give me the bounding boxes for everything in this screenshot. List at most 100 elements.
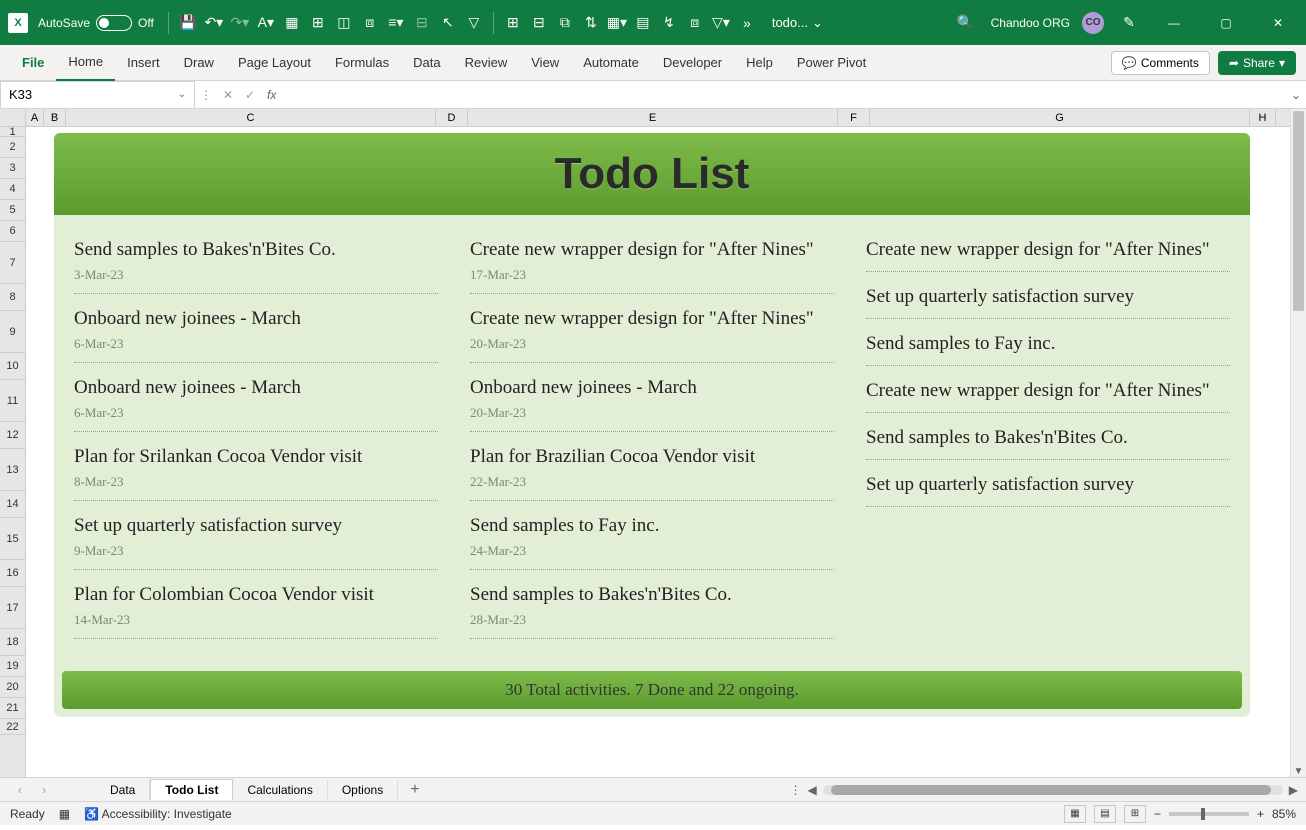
accessibility-status[interactable]: ♿ Accessibility: Investigate [84,807,232,821]
share-button[interactable]: ➦ Share ▾ [1218,51,1296,75]
shape-icon[interactable]: ◫ [334,13,354,33]
scroll-right-icon[interactable]: ▶ [1289,783,1298,797]
sheet-nav-next[interactable]: › [32,783,56,797]
vertical-scrollbar[interactable]: ▲ ▼ [1290,109,1306,777]
font-icon[interactable]: A▾ [256,13,276,33]
row-header[interactable]: 4 [0,179,25,200]
row-header[interactable]: 21 [0,698,25,719]
col-header[interactable]: B [44,109,66,126]
row-header[interactable]: 16 [0,560,25,587]
cursor-icon[interactable]: ↖ [438,13,458,33]
tab-menu-icon[interactable]: ⋮ [790,783,802,797]
comments-button[interactable]: 💬 Comments [1111,51,1210,75]
tab-automate[interactable]: Automate [571,45,651,81]
zoom-in-button[interactable]: + [1257,807,1264,821]
fill-color-icon[interactable]: ▦ [282,13,302,33]
screenshot-icon[interactable]: ⧉ [555,13,575,33]
row-header[interactable]: 6 [0,221,25,242]
row-header[interactable]: 22 [0,719,25,735]
page-break-view-button[interactable]: ⊞ [1124,805,1146,823]
zoom-out-button[interactable]: − [1154,807,1161,821]
camera-icon[interactable]: ⧈ [685,13,705,33]
zoom-level[interactable]: 85% [1272,807,1296,821]
macro-icon[interactable]: ▦ [59,807,70,821]
tab-review[interactable]: Review [453,45,520,81]
row-header[interactable]: 15 [0,518,25,560]
chart-icon[interactable]: ▤ [633,13,653,33]
tab-power-pivot[interactable]: Power Pivot [785,45,878,81]
search-icon[interactable]: 🔍 [956,13,976,33]
add-sheet-button[interactable]: + [398,781,431,799]
tab-help[interactable]: Help [734,45,785,81]
autosave-control[interactable]: AutoSave Off [38,15,154,31]
sheet-tab-data[interactable]: Data [96,780,150,800]
row-header[interactable]: 2 [0,137,25,158]
excel-app-icon[interactable]: X [8,13,28,33]
page-layout-view-button[interactable]: ▤ [1094,805,1116,823]
row-header[interactable]: 9 [0,311,25,353]
scrollbar-thumb[interactable] [831,785,1271,795]
horizontal-scrollbar[interactable] [823,785,1283,795]
tab-view[interactable]: View [519,45,571,81]
maximize-button[interactable]: ▢ [1206,8,1246,38]
strike-icon[interactable]: ⊟ [529,13,549,33]
tab-draw[interactable]: Draw [172,45,226,81]
save-icon[interactable]: 💾 [178,13,198,33]
tab-insert[interactable]: Insert [115,45,172,81]
borders-icon[interactable]: ⊞ [308,13,328,33]
close-button[interactable]: ✕ [1258,8,1298,38]
scroll-left-icon[interactable]: ◀ [808,783,817,797]
row-header[interactable]: 10 [0,353,25,380]
row-header[interactable]: 1 [0,127,25,137]
sheet-cells[interactable]: Todo List Send samples to Bakes'n'Bites … [26,127,1290,777]
col-header[interactable]: A [26,109,44,126]
sheet-tab-calculations[interactable]: Calculations [233,780,327,800]
undo-icon[interactable]: ↶▾ [204,13,224,33]
minimize-button[interactable]: ― [1154,8,1194,38]
row-header[interactable]: 3 [0,158,25,179]
row-header[interactable]: 19 [0,656,25,677]
zoom-slider[interactable] [1169,812,1249,816]
sheet-tab-options[interactable]: Options [328,780,398,800]
col-header[interactable]: C [66,109,436,126]
col-header[interactable]: E [468,109,838,126]
row-header[interactable]: 8 [0,284,25,311]
sheet-tab-todo-list[interactable]: Todo List [150,779,233,800]
row-header[interactable]: 14 [0,491,25,518]
row-header[interactable]: 20 [0,677,25,698]
col-header[interactable]: D [436,109,468,126]
normal-view-button[interactable]: ▦ [1064,805,1086,823]
tab-file[interactable]: File [10,45,56,81]
sheet-nav-prev[interactable]: ‹ [8,783,32,797]
row-header[interactable]: 7 [0,242,25,284]
col-header[interactable]: H [1250,109,1276,126]
merge-icon[interactable]: ⊟ [412,13,432,33]
user-avatar[interactable]: CO [1082,12,1104,34]
sort-icon[interactable]: ⇅ [581,13,601,33]
textbox-icon[interactable]: ⧈ [360,13,380,33]
tab-data[interactable]: Data [401,45,452,81]
row-header[interactable]: 11 [0,380,25,422]
row-header[interactable]: 18 [0,629,25,656]
row-header[interactable]: 5 [0,200,25,221]
more-icon[interactable]: » [737,13,757,33]
autosave-toggle[interactable] [96,15,132,31]
row-header[interactable]: 13 [0,449,25,491]
pen-icon[interactable]: ✎ [1119,13,1139,33]
formula-input[interactable] [282,81,1286,108]
row-header[interactable]: 17 [0,587,25,629]
grid-icon[interactable]: ⊞ [503,13,523,33]
filename-dropdown[interactable]: todo... ⌄ [772,15,823,31]
scroll-down-icon[interactable]: ▼ [1291,766,1306,777]
col-header[interactable]: F [838,109,870,126]
tab-developer[interactable]: Developer [651,45,734,81]
select-all-corner[interactable] [0,109,25,127]
cancel-formula-icon[interactable]: ✕ [217,88,239,102]
fx-icon[interactable]: fx [267,88,276,102]
row-header[interactable]: 12 [0,422,25,449]
tab-formulas[interactable]: Formulas [323,45,401,81]
link-icon[interactable]: ↯ [659,13,679,33]
align-icon[interactable]: ≡▾ [386,13,406,33]
filter-icon[interactable]: ▽ [464,13,484,33]
pivot-icon[interactable]: ▦▾ [607,13,627,33]
